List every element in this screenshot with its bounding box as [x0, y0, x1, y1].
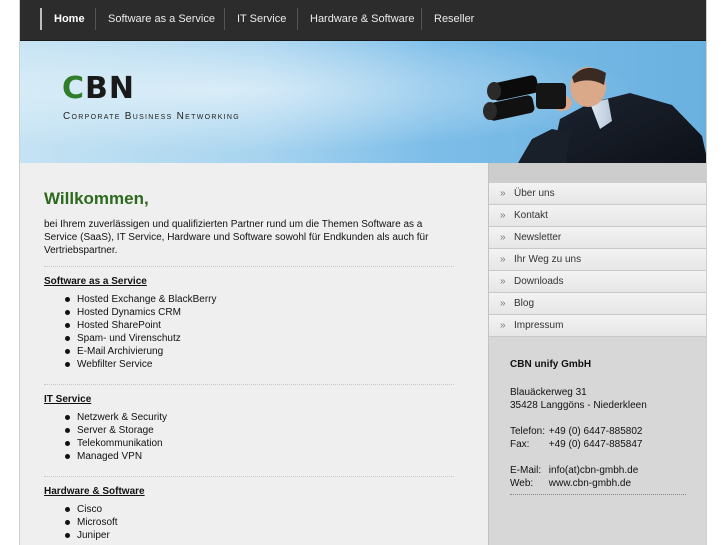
sidebar: » Über uns » Kontakt » Newsletter » Ihr Weg … — [488, 163, 706, 545]
businessman-binoculars-image — [483, 67, 706, 163]
section-title-it-service[interactable]: IT Service — [44, 394, 91, 405]
divider — [510, 494, 686, 495]
company-tagline: Corporate Business Networking — [63, 111, 241, 122]
company-web[interactable]: Web: www.cbn-gmbh.de — [510, 477, 690, 490]
list-item: Hosted Dynamics CRM — [65, 306, 217, 319]
list-item: Cisco — [65, 503, 118, 516]
chevron-right-icon: » — [500, 210, 506, 221]
list-item: Telekommunikation — [65, 437, 167, 450]
sidebar-item-kontakt[interactable]: » Kontakt — [489, 205, 706, 227]
divider — [44, 476, 454, 477]
list-item: Netzwerk & Security — [65, 411, 167, 424]
header-banner: CBN Corporate Business Networking — [20, 41, 706, 163]
nav-reseller[interactable]: Reseller — [421, 8, 486, 30]
chevron-right-icon: » — [500, 254, 506, 265]
chevron-right-icon: » — [500, 320, 506, 331]
sidebar-item-newsletter[interactable]: » Newsletter — [489, 227, 706, 249]
it-service-list: Netzwerk & Security Server & Storage Tel… — [65, 411, 167, 463]
divider — [44, 266, 454, 267]
company-name: CBN unify GmbH — [510, 359, 592, 370]
saas-list: Hosted Exchange & BlackBerry Hosted Dyna… — [65, 293, 217, 371]
chevron-right-icon: » — [500, 188, 506, 199]
company-email[interactable]: E-Mail: info(at)cbn-gmbh.de — [510, 464, 690, 477]
chevron-right-icon: » — [500, 298, 506, 309]
sidebar-item-impressum[interactable]: » Impressum — [489, 315, 706, 337]
nav-it-service[interactable]: IT Service — [224, 8, 298, 30]
list-item: Microsoft — [65, 516, 118, 529]
company-contact: CBN unify GmbH Blauäckerweg 31 35428 Lan… — [510, 358, 690, 490]
nav-home[interactable]: Home — [40, 8, 97, 30]
chevron-right-icon: » — [500, 276, 506, 287]
list-item: Spam- und Virenschutz — [65, 332, 217, 345]
company-city: 35428 Langgöns - Niederkleen — [510, 400, 647, 411]
list-item: E-Mail Archivierung — [65, 345, 217, 358]
company-street: Blauäckerweg 31 — [510, 387, 587, 398]
hardware-software-list: Cisco Microsoft Juniper — [65, 503, 118, 542]
section-title-hardware-software[interactable]: Hardware & Software — [44, 486, 145, 497]
divider — [44, 384, 454, 385]
chevron-right-icon: » — [500, 232, 506, 243]
list-item: Managed VPN — [65, 450, 167, 463]
list-item: Juniper — [65, 529, 118, 542]
page-frame: Home Software as a Service IT Service Ha… — [19, 0, 707, 545]
company-logo[interactable]: CBN — [62, 71, 135, 106]
nav-software-as-a-service[interactable]: Software as a Service — [95, 8, 227, 30]
company-fax: Fax: +49 (0) 6447-885847 — [510, 439, 643, 450]
list-item: Server & Storage — [65, 424, 167, 437]
sidebar-header-bar — [489, 163, 706, 183]
sidebar-item-blog[interactable]: » Blog — [489, 293, 706, 315]
main-navigation: Home Software as a Service IT Service Ha… — [20, 0, 706, 41]
nav-hardware-software[interactable]: Hardware & Software — [297, 8, 427, 30]
company-phone: Telefon: +49 (0) 6447-885802 — [510, 426, 643, 437]
list-item: Webfilter Service — [65, 358, 217, 371]
sidebar-item-ueber-uns[interactable]: » Über uns — [489, 183, 706, 205]
sidebar-item-ihr-weg-zu-uns[interactable]: » Ihr Weg zu uns — [489, 249, 706, 271]
section-title-saas[interactable]: Software as a Service — [44, 276, 147, 287]
page-title: Willkommen, — [44, 189, 149, 208]
main-content: Willkommen, bei Ihrem zuverlässigen und … — [20, 163, 488, 545]
sidebar-item-downloads[interactable]: » Downloads — [489, 271, 706, 293]
list-item: Hosted SharePoint — [65, 319, 217, 332]
list-item: Hosted Exchange & BlackBerry — [65, 293, 217, 306]
intro-text: bei Ihrem zuverlässigen und qualifiziert… — [44, 219, 429, 256]
